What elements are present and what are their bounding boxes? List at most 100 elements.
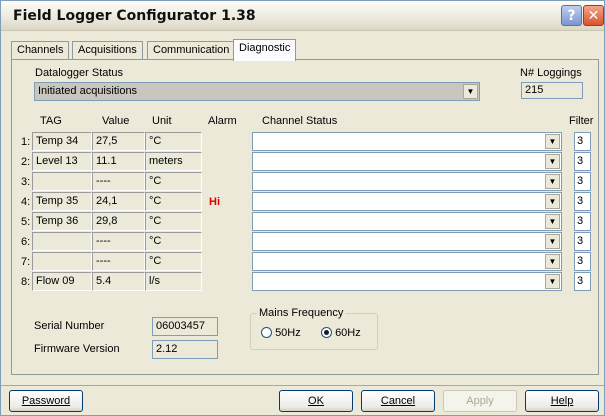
tag-cell xyxy=(32,172,92,191)
serial-number-value: 06003457 xyxy=(152,317,218,336)
radio-50hz-label: 50Hz xyxy=(275,327,301,339)
unit-cell: °C xyxy=(145,212,202,231)
ok-button[interactable]: OK xyxy=(279,390,353,412)
tag-cell: Flow 09 xyxy=(32,272,92,291)
filter-field[interactable]: 3 xyxy=(574,152,591,171)
row-number: 6: xyxy=(21,236,31,248)
tab-diagnostic[interactable]: Diagnostic xyxy=(233,39,297,61)
tag-cell xyxy=(32,232,92,251)
help-button[interactable]: Help xyxy=(525,390,599,412)
tab-communication[interactable]: Communication xyxy=(147,41,236,59)
tab-channels[interactable]: Channels xyxy=(11,41,70,59)
unit-cell: °C xyxy=(145,252,202,271)
header-filter: Filter xyxy=(569,115,594,127)
loggings-label: N# Loggings xyxy=(520,67,582,79)
radio-50hz[interactable]: 50Hz xyxy=(261,327,301,339)
chevron-down-icon[interactable]: ▼ xyxy=(545,234,560,249)
value-cell: ---- xyxy=(92,252,145,271)
chevron-down-icon[interactable]: ▼ xyxy=(545,214,560,229)
radio-60hz[interactable]: 60Hz xyxy=(321,327,361,339)
tag-cell: Temp 36 xyxy=(32,212,92,231)
unit-cell: °C xyxy=(145,192,202,211)
row-number: 7: xyxy=(21,256,31,268)
header-tag: TAG xyxy=(40,115,62,127)
unit-cell: °C xyxy=(145,232,202,251)
ok-button-label: OK xyxy=(308,395,324,407)
password-button-label: Password xyxy=(21,395,71,407)
alarm-indicator: Hi xyxy=(209,196,220,208)
filter-field[interactable]: 3 xyxy=(574,192,591,211)
tab-acquisitions[interactable]: Acquisitions xyxy=(72,41,143,59)
help-button-label: Help xyxy=(550,395,574,407)
diagnostic-panel: Datalogger Status Initiated acquisitions… xyxy=(11,59,599,375)
row-number: 2: xyxy=(21,156,31,168)
header-alarm: Alarm xyxy=(208,115,237,127)
filter-field[interactable]: 3 xyxy=(574,272,591,291)
channel-status-select[interactable]: ▼ xyxy=(252,232,562,251)
tag-cell: Level 13 xyxy=(32,152,92,171)
channel-status-select[interactable]: ▼ xyxy=(252,172,562,191)
datalogger-status-label: Datalogger Status xyxy=(35,67,124,79)
unit-cell: °C xyxy=(145,132,202,151)
apply-button[interactable]: Apply xyxy=(443,390,517,412)
datalogger-status-value: Initiated acquisitions xyxy=(38,85,138,97)
app-window: Field Logger Configurator 1.38 ? ✕ Chann… xyxy=(0,0,605,416)
unit-cell: l/s xyxy=(145,272,202,291)
row-number: 5: xyxy=(21,216,31,228)
value-cell: 11.1 xyxy=(92,152,145,171)
value-cell: ---- xyxy=(92,232,145,251)
chevron-down-icon[interactable]: ▼ xyxy=(545,134,560,149)
channel-status-select[interactable]: ▼ xyxy=(252,252,562,271)
loggings-count: 215 xyxy=(521,82,583,99)
button-bar: Password OK Cancel Apply Help xyxy=(1,385,604,415)
firmware-version-label: Firmware Version xyxy=(34,343,120,355)
mains-frequency-title: Mains Frequency xyxy=(257,307,346,319)
filter-field[interactable]: 3 xyxy=(574,232,591,251)
help-icon[interactable]: ? xyxy=(561,5,582,26)
tag-cell: Temp 34 xyxy=(32,132,92,151)
chevron-down-icon[interactable]: ▼ xyxy=(545,154,560,169)
close-icon[interactable]: ✕ xyxy=(583,5,604,26)
channel-status-select[interactable]: ▼ xyxy=(252,192,562,211)
value-cell: 29,8 xyxy=(92,212,145,231)
row-number: 8: xyxy=(21,276,31,288)
channel-status-select[interactable]: ▼ xyxy=(252,212,562,231)
chevron-down-icon[interactable]: ▼ xyxy=(545,274,560,289)
filter-field[interactable]: 3 xyxy=(574,172,591,191)
row-number: 3: xyxy=(21,176,31,188)
filter-field[interactable]: 3 xyxy=(574,212,591,231)
value-cell: 24,1 xyxy=(92,192,145,211)
header-unit: Unit xyxy=(152,115,172,127)
apply-button-label: Apply xyxy=(466,395,494,407)
filter-field[interactable]: 3 xyxy=(574,252,591,271)
radio-icon[interactable] xyxy=(261,327,272,338)
tag-cell xyxy=(32,252,92,271)
datalogger-status-select[interactable]: Initiated acquisitions ▼ xyxy=(34,82,480,101)
radio-selected-icon[interactable] xyxy=(321,327,332,338)
header-value: Value xyxy=(102,115,130,127)
window-title: Field Logger Configurator 1.38 xyxy=(13,8,256,24)
value-cell: ---- xyxy=(92,172,145,191)
unit-cell: °C xyxy=(145,172,202,191)
row-number: 4: xyxy=(21,196,31,208)
chevron-down-icon[interactable]: ▼ xyxy=(545,254,560,269)
title-bar: Field Logger Configurator 1.38 ? ✕ xyxy=(1,1,604,31)
header-channel-status: Channel Status xyxy=(262,115,338,127)
value-cell: 5.4 xyxy=(92,272,145,291)
filter-field[interactable]: 3 xyxy=(574,132,591,151)
password-button[interactable]: Password xyxy=(9,390,83,412)
cancel-button[interactable]: Cancel xyxy=(361,390,435,412)
chevron-down-icon[interactable]: ▼ xyxy=(545,194,560,209)
channel-status-select[interactable]: ▼ xyxy=(252,272,562,291)
channel-status-select[interactable]: ▼ xyxy=(252,152,562,171)
mains-frequency-group: Mains Frequency 50Hz 60Hz xyxy=(250,307,378,350)
channel-status-select[interactable]: ▼ xyxy=(252,132,562,151)
serial-number-label: Serial Number xyxy=(34,320,105,332)
radio-60hz-label: 60Hz xyxy=(335,327,361,339)
cancel-button-label: Cancel xyxy=(380,395,416,407)
chevron-down-icon[interactable]: ▼ xyxy=(463,84,478,99)
tag-cell: Temp 35 xyxy=(32,192,92,211)
unit-cell: meters xyxy=(145,152,202,171)
chevron-down-icon[interactable]: ▼ xyxy=(545,174,560,189)
row-number: 1: xyxy=(21,136,31,148)
